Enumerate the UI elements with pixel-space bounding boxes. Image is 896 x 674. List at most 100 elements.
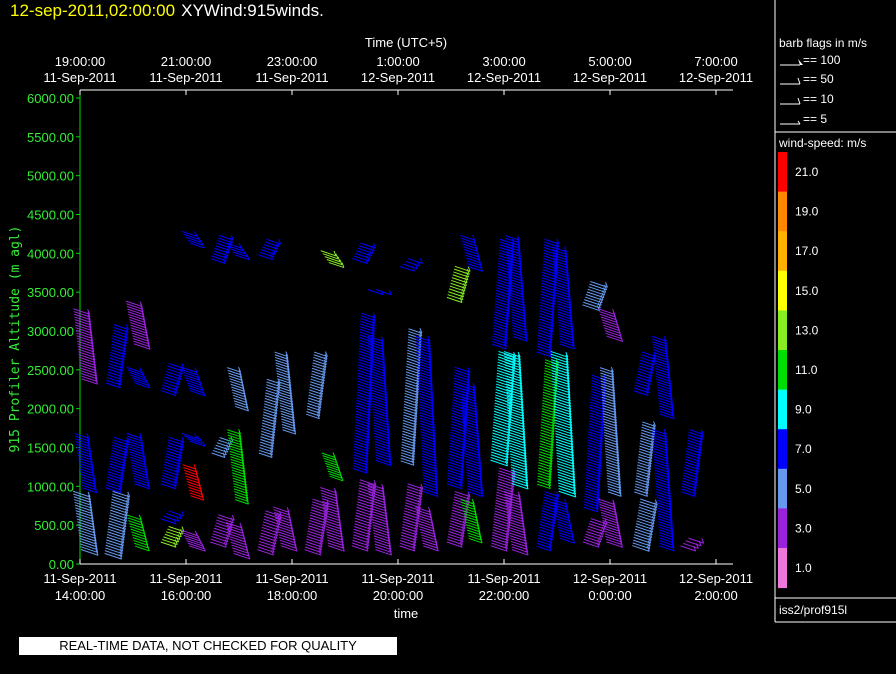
wind-barb <box>358 245 375 252</box>
wind-barb <box>262 524 279 531</box>
wind-barb <box>638 509 656 517</box>
wind-barb <box>371 516 388 523</box>
wind-barb <box>213 527 231 535</box>
wind-barb <box>510 538 527 545</box>
wind-barb <box>320 492 338 499</box>
wind-barb <box>161 477 178 484</box>
wind-barb <box>111 498 129 506</box>
wind-barb <box>163 466 179 473</box>
wind-barb <box>401 526 418 533</box>
wind-barb <box>450 517 467 524</box>
wind-barb <box>635 523 654 530</box>
wind-barb <box>352 542 369 549</box>
wind-barb <box>162 475 178 482</box>
wind-barb <box>467 488 484 495</box>
y-tick-label: 1000.00 <box>27 479 74 494</box>
wind-barb <box>554 411 572 418</box>
wind-barb <box>356 250 372 257</box>
wind-barb <box>511 483 529 490</box>
wind-barb <box>454 374 470 381</box>
wind-barb <box>405 499 421 506</box>
wind-barb <box>634 531 652 539</box>
wind-barb <box>133 340 150 348</box>
wind-barb <box>129 454 146 461</box>
wind-barb <box>463 436 480 443</box>
wind-barb <box>76 515 94 523</box>
barb-flag-sample <box>780 77 801 85</box>
wind-barb <box>324 517 341 524</box>
wind-barb <box>107 476 123 483</box>
wind-barb <box>163 464 180 471</box>
wind-barb <box>467 485 483 492</box>
barb-column <box>415 506 439 552</box>
wind-barb <box>492 531 509 539</box>
wind-barb <box>447 536 464 543</box>
wind-barb <box>605 538 623 546</box>
wind-barb <box>374 443 391 450</box>
wind-barb <box>588 523 606 530</box>
wind-barb <box>74 504 93 512</box>
wind-barb <box>356 506 373 514</box>
wind-barb <box>352 537 370 544</box>
wind-barb <box>604 533 622 540</box>
wind-barb <box>258 540 276 548</box>
wind-barb <box>509 440 526 447</box>
wind-barb <box>110 509 128 517</box>
wind-barb <box>402 523 418 530</box>
wind-barb <box>125 300 143 308</box>
wind-barb <box>497 483 514 491</box>
wind-barb <box>74 321 92 329</box>
wind-barb <box>257 546 275 553</box>
speed-label: 9.0 <box>795 403 812 417</box>
wind-barb <box>109 512 128 520</box>
wind-barb <box>213 530 230 537</box>
wind-barb <box>355 512 373 519</box>
wind-barb <box>490 545 508 552</box>
barb-column <box>182 463 205 501</box>
wind-barb <box>372 408 389 415</box>
wind-barb <box>372 521 389 529</box>
wind-barb <box>73 313 91 321</box>
wind-barb <box>75 512 94 520</box>
barb-column <box>599 366 622 497</box>
bottom-tick-time: 14:00:00 <box>55 588 106 603</box>
wind-barb <box>105 487 121 494</box>
wind-barb <box>403 513 420 520</box>
wind-barb <box>373 529 390 537</box>
wind-barb <box>464 447 481 454</box>
wind-barb <box>261 526 279 534</box>
wind-barb <box>110 452 127 459</box>
wind-barb <box>465 466 482 473</box>
wind-barb <box>104 550 123 557</box>
wind-barb <box>553 403 571 410</box>
wind-barb <box>371 395 388 402</box>
wind-barb <box>372 524 389 531</box>
wind-barb <box>493 523 510 531</box>
wind-barb <box>603 327 621 334</box>
color-swatch <box>778 270 787 311</box>
wind-barb <box>453 377 470 384</box>
wind-barb <box>492 435 510 442</box>
wind-barb <box>73 308 90 315</box>
wind-barb <box>638 506 657 514</box>
wind-barb <box>374 435 390 442</box>
wind-barb <box>447 469 464 476</box>
wind-barb <box>406 494 422 501</box>
wind-barb <box>556 449 574 457</box>
wind-barb <box>606 335 623 342</box>
speed-label: 1.0 <box>795 561 812 575</box>
wind-barb <box>309 514 327 522</box>
wind-barb <box>80 367 97 374</box>
wind-barb <box>307 527 325 535</box>
wind-barb <box>160 483 177 490</box>
wind-barb <box>448 464 464 471</box>
wind-barb <box>79 540 98 548</box>
wind-barb <box>111 447 128 454</box>
top-tick-date: 11-Sep-2011 <box>149 70 222 85</box>
wind-barb <box>112 442 129 449</box>
wind-barb <box>327 539 344 547</box>
wind-barb <box>167 442 184 449</box>
wind-barb <box>557 471 575 479</box>
barb-column <box>181 432 206 447</box>
wind-barb <box>584 296 603 304</box>
